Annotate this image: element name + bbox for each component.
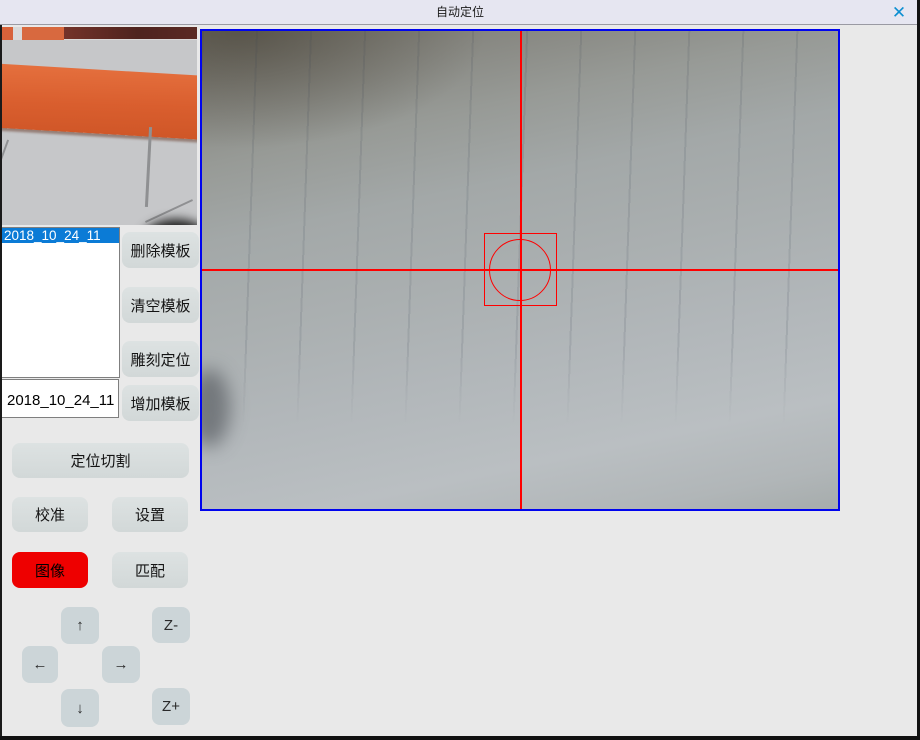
jog-z-plus-button[interactable]: Z+ [152, 688, 190, 725]
jog-z-minus-button[interactable]: Z- [152, 607, 190, 643]
engrave-position-button[interactable]: 雕刻定位 [122, 341, 199, 377]
window-title: 自动定位 [0, 0, 920, 25]
window-border-bottom [0, 736, 920, 740]
template-name-input[interactable] [1, 379, 119, 418]
add-template-button[interactable]: 增加模板 [122, 385, 199, 421]
thumb-tile-line [145, 127, 152, 207]
position-cut-button[interactable]: 定位切割 [12, 443, 189, 478]
template-list-item[interactable]: 2018_10_24_11 [2, 228, 119, 243]
window-border-left [0, 25, 2, 740]
jog-up-button[interactable]: ↑ [61, 607, 99, 644]
image-button[interactable]: 图像 [12, 552, 88, 588]
template-listbox[interactable]: 2018_10_24_11 [1, 227, 120, 378]
template-thumbnail [0, 27, 197, 225]
settings-button[interactable]: 设置 [112, 497, 188, 532]
jog-down-button[interactable]: ↓ [61, 689, 99, 727]
camera-view[interactable] [200, 29, 840, 511]
thumb-orange-piece [22, 27, 64, 40]
thumb-orange-board [0, 63, 197, 141]
close-icon[interactable]: ✕ [886, 0, 912, 25]
match-region-circle [489, 239, 551, 301]
auto-position-window: 自动定位 ✕ 2018_10_24_11 删除模板 清空模板 雕刻定位 增加模板… [0, 0, 920, 740]
delete-template-button[interactable]: 删除模板 [122, 232, 199, 268]
title-bar: 自动定位 ✕ [0, 0, 920, 25]
match-button[interactable]: 匹配 [112, 552, 188, 588]
jog-right-button[interactable]: → [102, 646, 140, 683]
thumb-maroon-strip [64, 27, 197, 39]
clear-templates-button[interactable]: 清空模板 [122, 287, 199, 323]
jog-left-button[interactable]: ← [22, 646, 58, 683]
calibrate-button[interactable]: 校准 [12, 497, 88, 532]
